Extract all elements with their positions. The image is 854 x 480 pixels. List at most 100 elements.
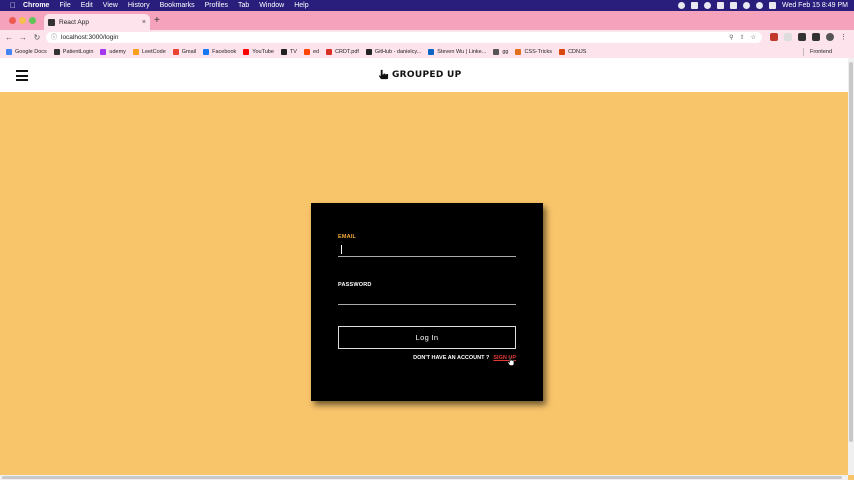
bookmark-star-icon[interactable]: ☆: [751, 34, 756, 41]
bluetooth-icon[interactable]: [716, 2, 724, 9]
display-icon[interactable]: [690, 2, 698, 9]
bookmark-favicon-icon: [243, 48, 250, 55]
bookmark-favicon-icon: [172, 48, 179, 55]
scrollbar-thumb[interactable]: [2, 476, 842, 479]
bookmark-favicon-icon: [280, 48, 287, 55]
horizontal-scrollbar[interactable]: [0, 475, 848, 480]
bookmark-favicon-icon: [203, 48, 210, 55]
bookmark-favicon-icon: [365, 48, 372, 55]
apple-icon[interactable]: : [9, 1, 17, 10]
macos-menubar:  Chrome File Edit View History Bookmark…: [0, 0, 854, 11]
bookmark-favicon-icon: [132, 48, 139, 55]
reload-icon[interactable]: ↻: [32, 33, 42, 43]
address-url[interactable]: localhost:3000/login: [61, 34, 729, 41]
new-tab-button[interactable]: +: [154, 15, 160, 26]
bookmark-item[interactable]: gg: [493, 48, 509, 55]
browser-tab-active[interactable]: React App ×: [44, 14, 150, 30]
record-icon[interactable]: [677, 2, 685, 9]
login-card: EMAIL PASSWORD Log In DON'T HAVE AN ACCO…: [311, 203, 543, 401]
brand-logo[interactable]: GROUPED UP: [378, 69, 462, 80]
close-window-button[interactable]: [9, 17, 16, 24]
bookmark-label: CSS-Tricks: [524, 48, 553, 55]
browser-toolbar: ← → ↻ ⓘ localhost:3000/login ⚲ ⇧ ☆ ⋮: [0, 30, 854, 45]
sidebar-icon[interactable]: [812, 33, 820, 41]
menu-file[interactable]: File: [59, 2, 70, 9]
bookmark-label: TV: [289, 48, 297, 55]
wifi-icon[interactable]: [742, 2, 750, 9]
extension-icon[interactable]: [770, 33, 778, 41]
scrollbar-thumb[interactable]: [849, 62, 853, 442]
bookmark-item[interactable]: PatientLogin: [53, 48, 93, 55]
back-icon[interactable]: ←: [4, 33, 14, 43]
bookmark-favicon-icon: [100, 48, 107, 55]
battery-icon[interactable]: [729, 2, 737, 9]
brand-name: GROUPED UP: [392, 69, 462, 80]
bookmark-label: CRDT.pdf: [335, 48, 359, 55]
menu-history[interactable]: History: [128, 2, 150, 9]
tab-title: React App: [59, 18, 89, 26]
menu-tab[interactable]: Tab: [238, 2, 249, 9]
address-bar[interactable]: ⓘ localhost:3000/login ⚲ ⇧ ☆: [46, 32, 762, 43]
bookmark-item[interactable]: Google Docs: [6, 48, 47, 55]
pointing-hand-icon: [378, 69, 389, 80]
bookmark-label: GitHub - danielcy...: [374, 48, 422, 55]
bookmarks-folder[interactable]: Frontend: [802, 47, 832, 56]
bookmark-item[interactable]: CDNJS: [559, 48, 586, 55]
password-field[interactable]: [338, 291, 516, 305]
bookmark-item[interactable]: Steven Wu | Linke...: [428, 48, 486, 55]
zoom-window-button[interactable]: [29, 17, 36, 24]
bookmark-item[interactable]: LeetCode: [132, 48, 166, 55]
react-favicon-icon: [48, 18, 55, 26]
bookmark-favicon-icon: [493, 48, 500, 55]
bookmark-item[interactable]: Gmail: [172, 48, 197, 55]
hamburger-menu-icon[interactable]: [16, 70, 28, 81]
bookmark-item[interactable]: ed: [303, 48, 320, 55]
bookmark-item[interactable]: udemy: [100, 48, 126, 55]
zoom-search-icon[interactable]: ⚲: [729, 34, 733, 41]
menu-window[interactable]: Window: [259, 2, 284, 9]
app-header: GROUPED UP: [0, 58, 848, 92]
cloud-icon[interactable]: [703, 2, 711, 9]
search-icon[interactable]: [755, 2, 763, 9]
profile-avatar[interactable]: [826, 33, 834, 41]
bookmark-label: YouTube: [252, 48, 274, 55]
bookmark-label: ed: [312, 48, 320, 55]
more-menu-icon[interactable]: ⋮: [840, 33, 848, 41]
tab-close-icon[interactable]: ×: [142, 19, 146, 26]
menubar-clock[interactable]: Wed Feb 15 8:49 PM: [782, 2, 848, 9]
forward-icon[interactable]: →: [18, 33, 28, 43]
bookmarks-folder-label: Frontend: [809, 48, 832, 55]
bookmark-favicon-icon: [326, 48, 333, 55]
menu-app[interactable]: Chrome: [23, 2, 49, 9]
bookmark-favicon-icon: [559, 48, 566, 55]
site-info-icon[interactable]: ⓘ: [51, 35, 57, 41]
bookmark-item[interactable]: CSS-Tricks: [515, 48, 553, 55]
minimize-window-button[interactable]: [19, 17, 26, 24]
extension-icon[interactable]: [784, 33, 792, 41]
vertical-scrollbar[interactable]: [848, 58, 854, 475]
bookmark-item[interactable]: Facebook: [203, 48, 236, 55]
extensions-puzzle-icon[interactable]: [798, 33, 806, 41]
bookmark-label: Gmail: [181, 48, 197, 55]
control-center-icon[interactable]: [768, 2, 776, 9]
menu-edit[interactable]: Edit: [81, 2, 93, 9]
bookmark-item[interactable]: YouTube: [243, 48, 274, 55]
bookmark-item[interactable]: CRDT.pdf: [326, 48, 359, 55]
bookmark-label: gg: [502, 48, 509, 55]
share-icon[interactable]: ⇧: [740, 34, 745, 41]
bookmark-favicon-icon: [428, 48, 435, 55]
bookmark-item[interactable]: TV: [280, 48, 297, 55]
menu-help[interactable]: Help: [294, 2, 308, 9]
text-caret: [341, 245, 342, 254]
login-background: EMAIL PASSWORD Log In DON'T HAVE AN ACCO…: [0, 92, 848, 475]
bookmark-favicon-icon: [303, 48, 310, 55]
menu-profiles[interactable]: Profiles: [205, 2, 228, 9]
menu-bookmarks[interactable]: Bookmarks: [160, 2, 195, 9]
password-label: PASSWORD: [338, 282, 372, 288]
bookmark-favicon-icon: [515, 48, 522, 55]
email-field[interactable]: [338, 243, 516, 257]
menu-view[interactable]: View: [103, 2, 118, 9]
bookmark-item[interactable]: GitHub - danielcy...: [365, 48, 422, 55]
bookmark-separator: [802, 47, 804, 56]
login-button[interactable]: Log In: [338, 326, 516, 349]
